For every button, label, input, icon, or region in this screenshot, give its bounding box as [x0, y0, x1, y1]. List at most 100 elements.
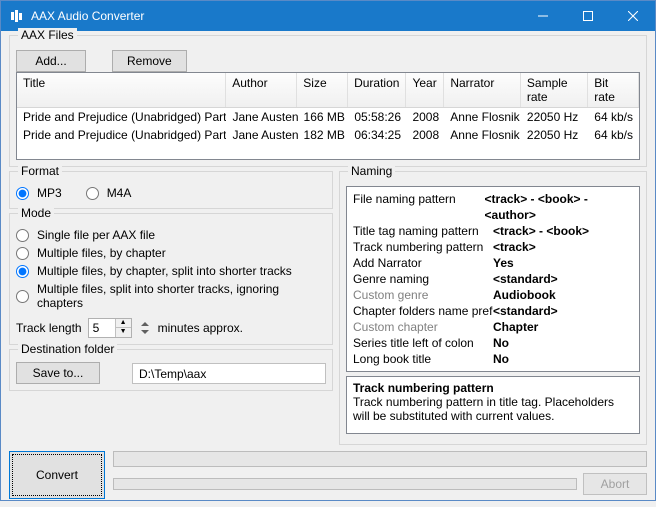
- aax-files-group: AAX Files Add... Remove Title Author Siz…: [9, 35, 647, 167]
- naming-value: <standard>: [493, 271, 558, 287]
- abort-button: Abort: [583, 473, 647, 495]
- cell-bitrate: 64 kb/s: [588, 108, 639, 126]
- col-duration[interactable]: Duration: [348, 73, 406, 107]
- format-group: Format MP3 M4A: [9, 171, 333, 209]
- table-row[interactable]: Pride and Prejudice (Unabridged) Part 2J…: [17, 126, 639, 144]
- spin-up-icon[interactable]: ▲: [116, 319, 131, 328]
- progress-bar-overall: [113, 451, 647, 467]
- destination-group: Destination folder Save to... D:\Temp\aa…: [9, 349, 333, 391]
- destination-label: Destination folder: [18, 342, 117, 356]
- col-year[interactable]: Year: [406, 73, 444, 107]
- mode-opt3-label: Multiple files, by chapter, split into s…: [37, 264, 292, 278]
- naming-group: Naming File naming pattern<track> - <boo…: [339, 171, 647, 445]
- window-close-button[interactable]: [610, 1, 655, 31]
- naming-value: Yes: [493, 255, 514, 271]
- naming-row[interactable]: Title tag naming pattern<track> - <book>: [353, 223, 633, 239]
- cell-duration: 05:58:26: [348, 108, 406, 126]
- naming-row[interactable]: Custom genreAudiobook: [353, 287, 633, 303]
- format-mp3-label: MP3: [37, 186, 62, 200]
- cell-sample: 22050 Hz: [521, 108, 588, 126]
- add-button[interactable]: Add...: [16, 50, 86, 72]
- cell-year: 2008: [406, 126, 444, 144]
- mode-opt1-label: Single file per AAX file: [37, 228, 155, 242]
- naming-key: File naming pattern: [353, 191, 485, 223]
- mode-opt4-label: Multiple files, split into shorter track…: [37, 282, 326, 310]
- table-row[interactable]: Pride and Prejudice (Unabridged) Part 1J…: [17, 108, 639, 126]
- naming-key: Custom genre: [353, 287, 493, 303]
- spin-down-icon[interactable]: ▼: [116, 328, 131, 337]
- spinner-updown-icon[interactable]: [138, 321, 152, 335]
- naming-value: Audiobook: [493, 287, 556, 303]
- destination-path-field[interactable]: D:\Temp\aax: [132, 363, 326, 384]
- naming-key: Genre naming: [353, 271, 493, 287]
- naming-row[interactable]: Add NarratorYes: [353, 255, 633, 271]
- mode-opt2-label: Multiple files, by chapter: [37, 246, 166, 260]
- mode-single-radio[interactable]: Single file per AAX file: [16, 226, 326, 244]
- window-title: AAX Audio Converter: [31, 9, 520, 23]
- cell-year: 2008: [406, 108, 444, 126]
- naming-desc-body: Track numbering pattern in title tag. Pl…: [353, 395, 633, 423]
- naming-value: <track> - <book>: [493, 223, 589, 239]
- mode-split-ignore-chapters-radio[interactable]: Multiple files, split into shorter track…: [16, 280, 326, 312]
- col-title[interactable]: Title: [17, 73, 226, 107]
- mode-by-chapter-radio[interactable]: Multiple files, by chapter: [16, 244, 326, 262]
- naming-key: Long book title: [353, 351, 493, 367]
- convert-button[interactable]: Convert: [9, 451, 105, 499]
- col-sample-rate[interactable]: Sample rate: [521, 73, 588, 107]
- remove-button[interactable]: Remove: [112, 50, 187, 72]
- titlebar: AAX Audio Converter: [1, 1, 655, 31]
- col-narrator[interactable]: Narrator: [444, 73, 521, 107]
- cell-narrator: Anne Flosnik: [444, 126, 521, 144]
- table-header: Title Author Size Duration Year Narrator…: [17, 73, 639, 108]
- window-maximize-button[interactable]: [565, 1, 610, 31]
- format-label: Format: [18, 164, 62, 178]
- naming-desc-head: Track numbering pattern: [353, 381, 633, 395]
- naming-label: Naming: [348, 164, 395, 178]
- naming-row[interactable]: Long book titleNo: [353, 351, 633, 367]
- format-m4a-radio[interactable]: M4A: [86, 184, 132, 202]
- cell-sample: 22050 Hz: [521, 126, 588, 144]
- naming-description-box: Track numbering pattern Track numbering …: [346, 376, 640, 434]
- naming-key: Chapter folders name prefi: [353, 303, 493, 319]
- naming-row[interactable]: Genre naming<standard>: [353, 271, 633, 287]
- naming-value: <track>: [493, 239, 536, 255]
- format-mp3-radio[interactable]: MP3: [16, 184, 62, 202]
- naming-value: No: [493, 335, 509, 351]
- mode-label: Mode: [18, 206, 54, 220]
- naming-row[interactable]: File naming pattern<track> - <book> - <a…: [353, 191, 633, 223]
- window-minimize-button[interactable]: [520, 1, 565, 31]
- track-length-input[interactable]: [89, 321, 115, 335]
- naming-row[interactable]: Series title left of colonNo: [353, 335, 633, 351]
- track-length-label: Track length: [16, 321, 82, 335]
- col-size[interactable]: Size: [297, 73, 348, 107]
- naming-grid[interactable]: File naming pattern<track> - <book> - <a…: [346, 186, 640, 372]
- naming-row[interactable]: Chapter folders name prefi<standard>: [353, 303, 633, 319]
- cell-author: Jane Austen: [226, 108, 297, 126]
- progress-bar-track: [113, 478, 577, 490]
- naming-key: Track numbering pattern: [353, 239, 493, 255]
- mode-by-chapter-split-radio[interactable]: Multiple files, by chapter, split into s…: [16, 262, 326, 280]
- naming-row[interactable]: Custom chapterChapter: [353, 319, 633, 335]
- naming-value: <track> - <book> - <author>: [485, 191, 633, 223]
- cell-title: Pride and Prejudice (Unabridged) Part 2: [17, 126, 226, 144]
- naming-key: Title tag naming pattern: [353, 223, 493, 239]
- cell-size: 182 MB: [298, 126, 349, 144]
- aax-files-label: AAX Files: [18, 28, 77, 42]
- save-to-button[interactable]: Save to...: [16, 362, 100, 384]
- app-icon: [9, 8, 25, 24]
- naming-key: Custom chapter: [353, 319, 493, 335]
- cell-bitrate: 64 kb/s: [588, 126, 639, 144]
- col-bit-rate[interactable]: Bit rate: [588, 73, 639, 107]
- cell-size: 166 MB: [298, 108, 349, 126]
- naming-value: No: [493, 351, 509, 367]
- cell-narrator: Anne Flosnik: [444, 108, 521, 126]
- naming-value: Chapter: [493, 319, 538, 335]
- cell-author: Jane Austen: [226, 126, 297, 144]
- track-length-suffix: minutes approx.: [158, 321, 243, 335]
- col-author[interactable]: Author: [226, 73, 297, 107]
- file-table[interactable]: Title Author Size Duration Year Narrator…: [16, 72, 640, 160]
- mode-group: Mode Single file per AAX file Multiple f…: [9, 213, 333, 345]
- track-length-spinner[interactable]: ▲▼: [88, 318, 132, 338]
- naming-row[interactable]: Track numbering pattern<track>: [353, 239, 633, 255]
- naming-key: Add Narrator: [353, 255, 493, 271]
